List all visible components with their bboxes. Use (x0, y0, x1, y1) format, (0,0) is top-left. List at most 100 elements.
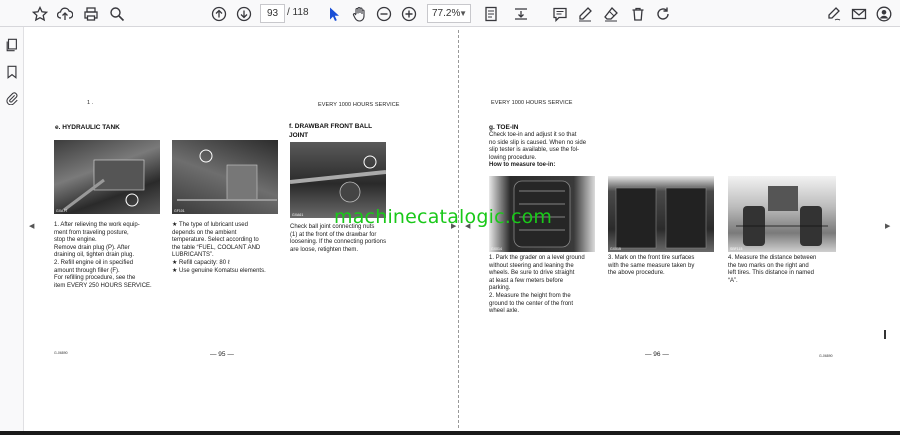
page-spread-divider (458, 30, 459, 428)
toe-in-step-3: 3. Mark on the front tire surfaces with … (608, 255, 728, 278)
delete-icon[interactable] (627, 3, 649, 24)
text-line: 2. Refill engine oil in specified (54, 259, 134, 266)
zoom-in-icon[interactable] (398, 3, 420, 24)
tire-mark-photo: GX015 (608, 176, 714, 252)
comment-icon[interactable] (549, 3, 571, 24)
pdf-toolbar: 93 / 118 77.2% ▼ (0, 0, 900, 27)
photo-label: GXA77 (56, 209, 68, 213)
text-line: “A”. (728, 277, 738, 284)
how-to-heading: How to measure toe-in: (489, 162, 556, 169)
text-line: draining oil, tighten drain plug. (54, 252, 135, 259)
text-line: ★ Use genuine Komatsu elements. (172, 267, 266, 274)
page-header: EVERY 1000 HOURS SERVICE (318, 102, 400, 108)
text-line: Remove drain plug (P). After (54, 244, 130, 251)
text-line: 4. Measure the distance between (728, 255, 817, 261)
mail-icon[interactable] (848, 3, 870, 24)
text-line: without steering and leaning the (489, 262, 574, 269)
page-96: EVERY 1000 HOURS SERVICE g. TOE-IN Check… (470, 30, 870, 428)
text-line: parking. (489, 285, 511, 292)
photo-label: SBF115 (730, 247, 743, 251)
attachment-icon[interactable] (3, 89, 21, 107)
lubricant-notes: ★ The type of lubricant used depends on … (172, 222, 292, 275)
text-line: amount through filler (F). (54, 267, 120, 274)
text-line: stop the engine. (54, 237, 97, 244)
text-line: temperature. Select according to (172, 237, 259, 244)
text-line: the two marks on the right and (728, 262, 809, 269)
fit-width-icon[interactable] (510, 3, 532, 24)
text-line: are loose, retighten them. (290, 246, 359, 253)
page-number: — 95 — (210, 351, 234, 358)
page-number-input[interactable]: 93 (260, 4, 285, 23)
hydraulic-tank-filler-photo: GF101 (172, 140, 278, 214)
watermark-text: machinecatalogic.com (334, 206, 553, 228)
arrow-down-icon[interactable] (233, 3, 255, 24)
zoom-value: 77.2% (432, 8, 461, 19)
text-line: (1) at the front of the drawbar for (290, 231, 377, 238)
page-total: / 118 (287, 7, 309, 18)
bookmark-icon[interactable] (3, 63, 21, 81)
hand-icon[interactable] (348, 3, 370, 24)
page-95: 1 . EVERY 1000 HOURS SERVICE e. HYDRAULI… (38, 30, 450, 428)
text-line: ground to the center of the front (489, 300, 574, 307)
text-line: loosening. If the connecting portions (290, 239, 387, 246)
text-line: ★ Refill capacity: 80 ℓ (172, 259, 230, 266)
text-line: 3. Mark on the front tire surfaces (608, 255, 695, 261)
hydraulic-tank-drain-photo: GXA77 (54, 140, 160, 214)
search-icon[interactable] (106, 3, 128, 24)
section-f-title-2: JOINT (289, 132, 309, 139)
toe-in-step-4: 4. Measure the distance between the two … (728, 255, 853, 285)
text-line: wheel axle. (489, 308, 520, 315)
bookmark-star-icon[interactable] (29, 3, 51, 24)
text-line: 1. After relieving the work equip- (54, 222, 140, 228)
text-line: LUBRICANTS”. (172, 252, 214, 259)
draw-icon[interactable] (574, 3, 596, 24)
photo-label: GXA61 (292, 213, 304, 217)
scrollbar-thumb[interactable] (884, 330, 886, 339)
section-f-instructions: Check ball joint connecting nuts (1) at … (290, 224, 410, 254)
pages-icon[interactable] (3, 36, 21, 54)
text-line: with the same measure taken by (608, 262, 695, 269)
text-line: wheels. Be sure to drive straight (489, 270, 575, 277)
chevron-down-icon: ▼ (459, 9, 467, 18)
page-number: — 96 — (645, 351, 669, 358)
zoom-out-icon[interactable] (373, 3, 395, 24)
rotate-icon[interactable] (652, 3, 674, 24)
arrow-up-icon[interactable] (208, 3, 230, 24)
text-line: Check toe-in and adjust it so that (489, 132, 577, 138)
navigation-sidebar (0, 27, 24, 435)
photo-label: GX014 (491, 247, 502, 251)
text-line: 2. Measure the height from the (489, 292, 571, 299)
text-line: item EVERY 250 HOURS SERVICE. (54, 282, 152, 289)
page-corner-mark: 1 . (87, 100, 94, 106)
edit-sign-icon[interactable] (823, 3, 845, 24)
section-g-title: g. TOE-IN (489, 124, 519, 131)
eraser-icon[interactable] (600, 3, 622, 24)
page-header: EVERY 1000 HOURS SERVICE (491, 100, 573, 106)
text-line: the above procedure. (608, 270, 665, 277)
next-page-arrow-icon[interactable]: ▶ (885, 222, 890, 230)
upload-icon[interactable] (54, 3, 76, 24)
previous-page-arrow-icon[interactable]: ◀ (29, 222, 34, 230)
tire-distance-photo: SBF115 (728, 176, 836, 252)
text-line: the table “FUEL, COOLANT AND (172, 244, 261, 251)
section-g-intro: Check toe-in and adjust it so that no si… (489, 132, 609, 170)
print-icon[interactable] (80, 3, 102, 24)
text-line: no side slip is caused. When no side (489, 139, 587, 146)
text-line: ★ The type of lubricant used (172, 222, 248, 228)
section-e-title: e. HYDRAULIC TANK (55, 124, 120, 131)
page-code: G-06890 (54, 351, 68, 355)
text-line: ment from traveling posture, (54, 229, 129, 236)
page-code: G-06890 (819, 354, 833, 358)
account-icon[interactable] (873, 3, 895, 24)
section-f-title: f. DRAWBAR FRONT BALL (289, 123, 373, 130)
text-line: left tires. This distance in named (728, 270, 814, 277)
page-fit-icon[interactable] (480, 3, 502, 24)
cursor-icon[interactable] (323, 3, 345, 24)
text-line: lowing procedure. (489, 154, 537, 161)
zoom-select[interactable]: 77.2% ▼ (427, 4, 471, 23)
text-line: slip tester is available, use the fol- (489, 147, 580, 154)
text-line: depends on the ambient (172, 229, 237, 236)
section-e-instructions: 1. After relieving the work equip- ment … (54, 222, 174, 290)
photo-label: GF101 (174, 209, 185, 213)
text-line: at least a few meters before (489, 277, 564, 284)
